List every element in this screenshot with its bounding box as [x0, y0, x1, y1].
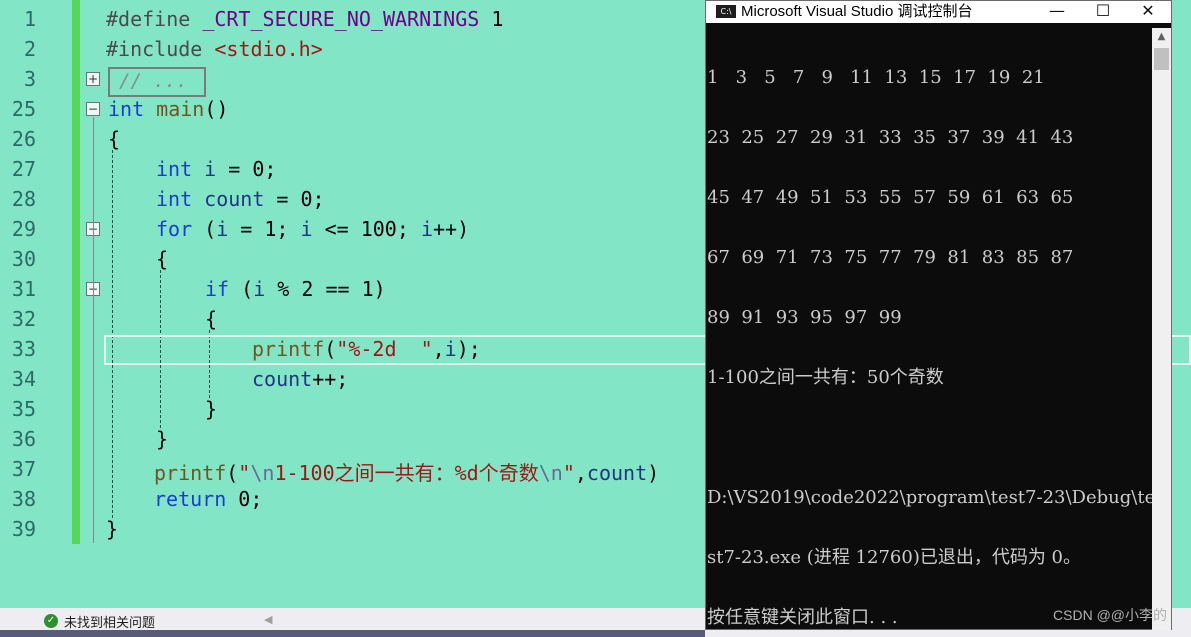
line-number: 1 — [23, 7, 36, 31]
scroll-thumb[interactable] — [1154, 48, 1169, 70]
maximize-button[interactable]: ☐ — [1080, 1, 1126, 23]
change-tracking-bar — [72, 0, 80, 544]
code-line-35[interactable]: } — [205, 397, 217, 421]
line-number: 30 — [11, 247, 36, 271]
watermark: CSDN @@小李的 — [1053, 607, 1167, 623]
code-line-27[interactable]: int i = 0; — [156, 157, 276, 181]
code-line-39[interactable]: } — [106, 517, 118, 541]
scroll-left-icon[interactable]: ◀ — [264, 613, 272, 626]
line-number: 29 — [11, 217, 36, 241]
horizontal-scrollbar[interactable] — [0, 630, 705, 637]
collapse-main-button[interactable]: − — [86, 102, 100, 116]
indent-guide — [112, 150, 113, 518]
line-number: 25 — [11, 97, 36, 121]
code-line-1[interactable]: #define _CRT_SECURE_NO_WARNINGS 1 — [106, 7, 503, 31]
console-line: 1-100之间一共有：50个奇数 — [707, 367, 944, 388]
line-number: 38 — [11, 487, 36, 511]
console-line: D:\VS2019\code2022\program\test7-23\Debu… — [707, 487, 1156, 508]
console-app-icon: C:\ — [716, 5, 736, 18]
line-number: 26 — [11, 127, 36, 151]
console-titlebar[interactable]: C:\ Microsoft Visual Studio 调试控制台 — ☐ ✕ — [706, 1, 1171, 23]
window-title: Microsoft Visual Studio 调试控制台 — [741, 3, 973, 20]
collapsed-region[interactable]: // ... — [108, 67, 206, 97]
console-line: 45 47 49 51 53 55 57 59 61 63 65 — [707, 187, 1074, 208]
line-number: 35 — [11, 397, 36, 421]
console-line: 67 69 71 73 75 77 79 81 83 85 87 — [707, 247, 1074, 268]
line-number: 34 — [11, 367, 36, 391]
code-line-26[interactable]: { — [108, 127, 120, 151]
close-button[interactable]: ✕ — [1125, 1, 1171, 23]
outline-line — [93, 297, 94, 393]
code-line-25[interactable]: int main() — [108, 97, 228, 121]
expand-region-button[interactable]: + — [86, 72, 100, 86]
line-number: 28 — [11, 187, 36, 211]
console-line: st7-23.exe (进程 12760)已退出，代码为 0。 — [707, 547, 1082, 568]
line-number: 36 — [11, 427, 36, 451]
line-number: 39 — [11, 517, 36, 541]
issues-status[interactable]: 未找到相关问题 — [64, 612, 155, 631]
code-line-37[interactable]: printf("\n1-100之间一共有：%d个奇数\n",count) — [154, 457, 659, 486]
line-number: 27 — [11, 157, 36, 181]
debug-console-window[interactable]: C:\ Microsoft Visual Studio 调试控制台 — ☐ ✕ … — [705, 0, 1172, 630]
line-number: 32 — [11, 307, 36, 331]
code-line-38[interactable]: return 0; — [154, 487, 262, 511]
code-line-34[interactable]: count++; — [252, 367, 348, 391]
console-line: 89 91 93 95 97 99 — [707, 307, 902, 328]
line-number: 37 — [11, 457, 36, 481]
line-number: 31 — [11, 277, 36, 301]
line-number: 33 — [11, 337, 36, 361]
line-number: 2 — [23, 37, 36, 61]
code-line-2[interactable]: #include <stdio.h> — [106, 37, 323, 61]
scroll-up-icon[interactable]: ▲ — [1152, 28, 1171, 46]
code-line-30[interactable]: { — [156, 247, 168, 271]
minimize-button[interactable]: — — [1034, 1, 1080, 23]
code-line-36[interactable]: } — [156, 427, 168, 451]
line-number: 3 — [23, 67, 36, 91]
code-line-29[interactable]: for (i = 1; i <= 100; i++) — [156, 217, 469, 241]
console-output: 1 3 5 7 9 11 13 15 17 19 21 23 25 27 29 … — [707, 28, 1156, 637]
code-line-33[interactable]: printf("%-2d ",i); — [252, 337, 481, 361]
console-scrollbar[interactable]: ▲ — [1152, 28, 1171, 630]
console-line: 23 25 27 29 31 33 35 37 39 41 43 — [707, 127, 1074, 148]
console-line: 1 3 5 7 9 11 13 15 17 19 21 — [707, 67, 1045, 88]
code-line-31[interactable]: if (i % 2 == 1) — [205, 277, 386, 301]
code-line-32[interactable]: { — [205, 307, 217, 331]
check-icon: ✓ — [44, 614, 58, 628]
code-line-28[interactable]: int count = 0; — [156, 187, 325, 211]
